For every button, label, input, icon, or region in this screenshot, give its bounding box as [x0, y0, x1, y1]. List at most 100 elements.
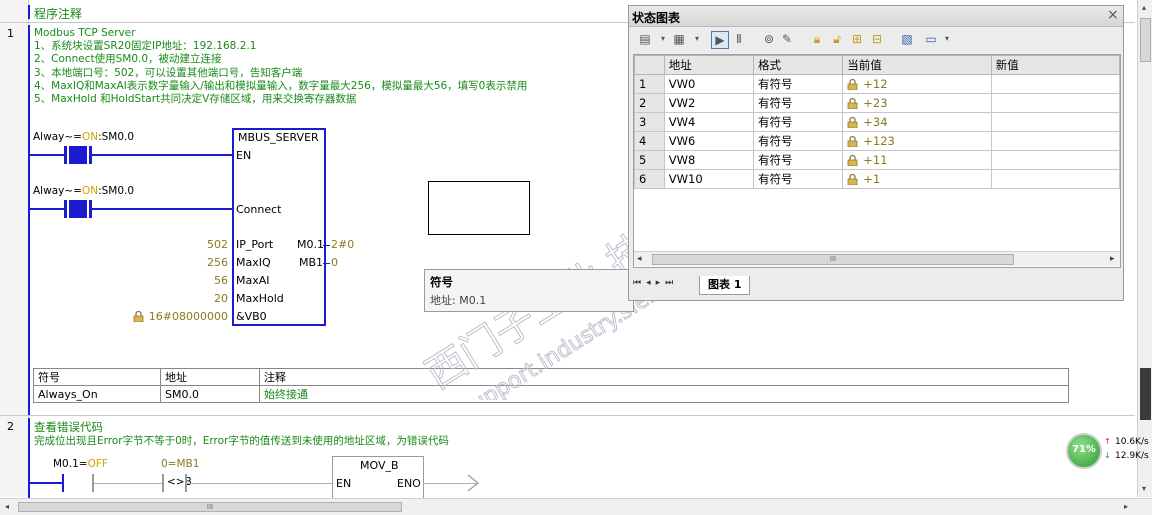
status-chart-titlebar[interactable]: 状态图表 ×	[629, 6, 1123, 27]
input-value[interactable]: 56	[150, 274, 228, 287]
input-value[interactable]: 16#08000000	[148, 310, 228, 323]
format-cell[interactable]: 有符号	[752, 93, 844, 113]
tab-chart-1[interactable]: 图表 1	[699, 276, 751, 295]
chevron-down-icon[interactable]: ▾	[689, 31, 705, 47]
format-cell[interactable]: 有符号	[752, 112, 844, 132]
output-value[interactable]: 2#0	[331, 238, 354, 251]
grid-horizontal-scrollbar[interactable]: ◂ III ▸	[634, 251, 1120, 266]
contact-always-on[interactable]	[64, 146, 92, 164]
window-title: 状态图表	[632, 11, 681, 25]
new-value-cell[interactable]	[990, 93, 1120, 113]
pause-icon[interactable]: Ⅱ	[731, 31, 747, 47]
scroll-left-icon[interactable]: ◂	[637, 254, 642, 264]
program-comment-title: 程序注释	[34, 7, 83, 21]
new-value-cell[interactable]	[990, 74, 1120, 94]
row-number: 5	[634, 150, 665, 170]
horizontal-scrollbar[interactable]: ◂ III ▸	[0, 498, 1152, 515]
pin-en: EN	[236, 149, 252, 162]
table-row[interactable]: 6 VW10 有符号 +1	[634, 169, 1120, 189]
status-chart-grid[interactable]: 地址 格式 当前值 新值 1 VW0 有符号 +12 2 VW2 有符号 +23…	[633, 54, 1121, 268]
pencil-icon[interactable]: ✎	[779, 31, 795, 47]
compare-op: <>B	[167, 476, 192, 488]
address-cell[interactable]: VW2	[663, 93, 755, 113]
download-speed: 12.9K/s	[1115, 451, 1149, 461]
address-cell[interactable]: VW4	[663, 112, 755, 132]
input-value[interactable]: 256	[150, 256, 228, 269]
new-value-cell[interactable]	[990, 150, 1120, 170]
new-value-cell[interactable]	[990, 169, 1120, 189]
scroll-down-icon[interactable]: ▾	[1142, 484, 1146, 493]
row-number: 4	[634, 131, 665, 151]
network-speed-widget[interactable]: 71% ↑ 10.6K/s ↓ 12.9K/s	[1064, 432, 1152, 469]
contact-label: Alway~=ON:SM0.0	[33, 131, 135, 143]
tooltip-text: 地址: M0.1	[430, 294, 487, 307]
vertical-scrollbar[interactable]: ▴ ▾	[1137, 0, 1152, 497]
tab-nav-icons[interactable]: ⏮◂▸⏭	[633, 278, 678, 288]
rung-wire	[28, 482, 62, 484]
output-wire	[323, 245, 330, 246]
pin-connect: Connect	[236, 203, 282, 216]
scroll-thumb[interactable]: III	[652, 254, 1014, 265]
rung-wire	[92, 208, 232, 210]
table-row[interactable]: 2 VW2 有符号 +23	[634, 93, 1120, 113]
network-comment: 完成位出现且Error字节不等于0时，Error字节的值传送到未使用的地址区域，…	[34, 435, 449, 447]
table-row[interactable]: 3 VW4 有符号 +34	[634, 112, 1120, 132]
close-icon[interactable]: ×	[1107, 7, 1119, 23]
format-cell[interactable]: 有符号	[752, 169, 844, 189]
scroll-right-icon[interactable]: ▸	[1110, 254, 1115, 264]
add-row-icon[interactable]: ▤	[637, 31, 653, 47]
input-value[interactable]: 502	[150, 238, 228, 251]
network-gutter	[0, 0, 29, 497]
unforce-all-icon[interactable]: ⊞	[849, 31, 865, 47]
force-lock-icon[interactable]: 🔒︎	[809, 31, 825, 47]
network-number: 2	[7, 420, 14, 433]
scroll-left-icon[interactable]: ◂	[5, 502, 9, 511]
contact-always-on[interactable]	[64, 200, 92, 218]
scroll-up-icon[interactable]: ▴	[1142, 3, 1146, 12]
table-row[interactable]: 4 VW6 有符号 +123	[634, 131, 1120, 151]
coil-arrow-icon	[467, 474, 479, 492]
chevron-down-icon[interactable]: ▾	[939, 31, 955, 47]
pin-en: EN	[336, 477, 352, 490]
column-header: 地址	[663, 55, 755, 75]
unforce-icon[interactable]: 🔓︎	[829, 31, 845, 47]
compare-contact[interactable]	[162, 474, 164, 492]
address-cell[interactable]: VW6	[663, 131, 755, 151]
rung-wire	[28, 154, 64, 156]
new-value-cell[interactable]	[990, 131, 1120, 151]
tooltip-title: 符号	[430, 275, 453, 289]
column-header: 格式	[752, 55, 844, 75]
trend-chart-icon[interactable]: ▧	[899, 31, 915, 47]
network-marker	[28, 418, 30, 498]
output-value[interactable]: 0	[331, 256, 338, 269]
read-forced-icon[interactable]: ⊟	[869, 31, 885, 47]
row-number: 1	[634, 74, 665, 94]
chart-view-icon[interactable]: ▦	[671, 31, 687, 47]
format-cell[interactable]: 有符号	[752, 150, 844, 170]
column-header: 符号	[33, 368, 161, 386]
address-cell[interactable]: VW0	[663, 74, 755, 94]
contact-mbus-done[interactable]	[62, 474, 64, 492]
read-icon[interactable]: ⊚	[761, 31, 777, 47]
address-cell[interactable]: VW10	[663, 169, 755, 189]
table-row[interactable]: 5 VW8 有符号 +11	[634, 150, 1120, 170]
tag-icon[interactable]: ▭	[923, 31, 939, 47]
column-header: 当前值	[842, 55, 992, 75]
new-value-cell[interactable]	[990, 112, 1120, 132]
format-cell[interactable]: 有符号	[752, 74, 844, 94]
pin-eno: ENO	[397, 477, 421, 490]
table-row[interactable]: 1 VW0 有符号 +12	[634, 74, 1120, 94]
monitor-play-icon[interactable]: ▶	[711, 31, 729, 49]
chevron-down-icon[interactable]: ▾	[655, 31, 671, 47]
input-value[interactable]: 20	[150, 292, 228, 305]
scroll-thumb[interactable]	[1140, 18, 1151, 62]
address-cell[interactable]: VW8	[663, 150, 755, 170]
scroll-thumb[interactable]: III	[18, 502, 402, 512]
format-cell[interactable]: 有符号	[752, 131, 844, 151]
pin-label: IP_Port	[236, 238, 274, 251]
column-header: 地址	[160, 368, 260, 386]
pin-label: MaxHold	[236, 292, 284, 305]
scroll-marker	[1140, 368, 1151, 420]
status-chart-window[interactable]: 状态图表 × ▤ ▾ ▦ ▾ ▶ Ⅱ ⊚ ✎ 🔒︎ 🔓︎ ⊞ ⊟ ▧ ▭ ▾ 地…	[628, 5, 1124, 301]
scroll-right-icon[interactable]: ▸	[1124, 502, 1128, 511]
